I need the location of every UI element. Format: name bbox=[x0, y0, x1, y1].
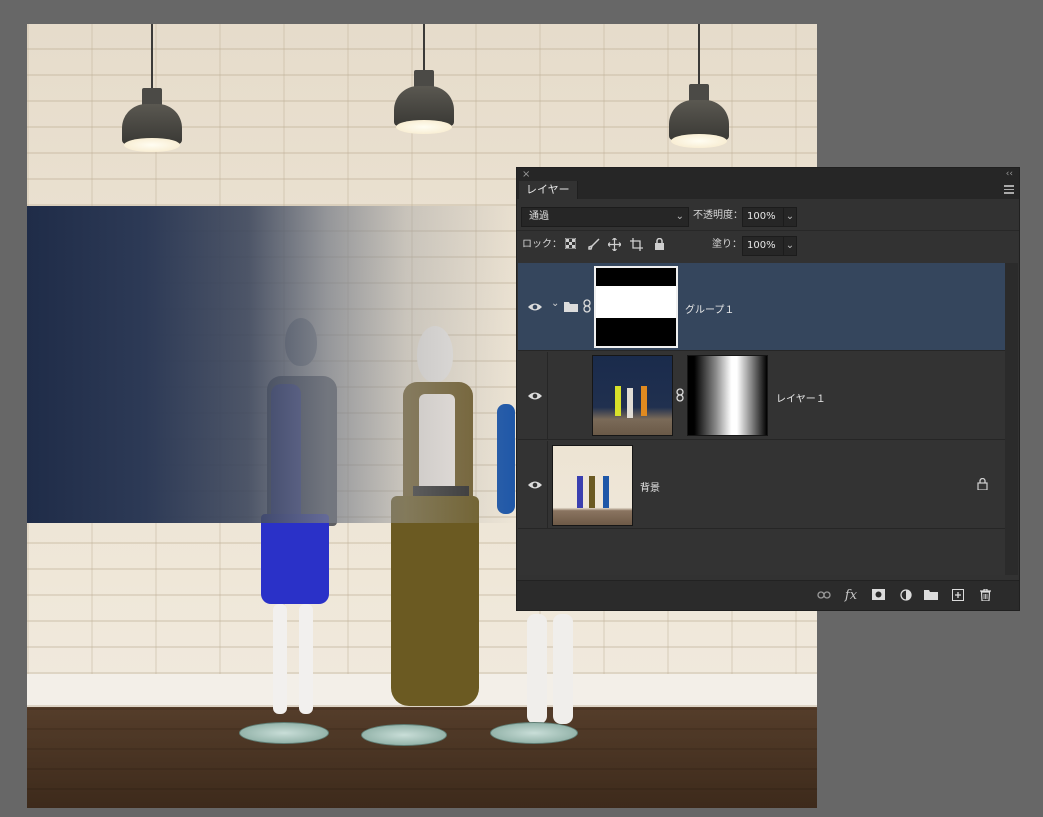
tab-layers[interactable]: レイヤー bbox=[519, 181, 578, 199]
eye-icon[interactable] bbox=[528, 302, 542, 312]
panel-tab-row: レイヤー bbox=[517, 181, 1019, 199]
chain-link-icon[interactable] bbox=[583, 299, 591, 316]
chevron-down-icon[interactable]: ⌄ bbox=[783, 237, 796, 255]
new-layer-icon[interactable] bbox=[951, 589, 965, 603]
chevron-down-icon[interactable]: ⌄ bbox=[783, 208, 796, 226]
layer-row-group[interactable]: ⌄ グループ１ bbox=[518, 263, 1005, 351]
close-icon[interactable]: × bbox=[522, 168, 530, 181]
lamp-cord bbox=[423, 24, 425, 74]
group-mask-thumbnail[interactable] bbox=[594, 266, 678, 348]
opacity-label: 不透明度： bbox=[693, 210, 743, 221]
layers-bottom-toolbar: fx bbox=[517, 580, 1019, 610]
folder-icon[interactable] bbox=[924, 589, 938, 603]
lamp-cord bbox=[151, 24, 153, 92]
layer-name[interactable]: 背景 bbox=[640, 479, 660, 494]
fx-icon[interactable]: fx bbox=[844, 589, 858, 603]
layer-thumbnail[interactable] bbox=[592, 355, 673, 436]
opacity-value: 100% bbox=[747, 211, 776, 222]
eye-icon[interactable] bbox=[528, 391, 542, 401]
link-icon[interactable] bbox=[817, 589, 831, 603]
pendant-lamp bbox=[394, 70, 454, 134]
lock-row: ロック： 塗り： 100% ⌄ bbox=[517, 234, 1019, 256]
panel-titlebar[interactable]: × ‹‹ bbox=[517, 168, 1019, 181]
lock-icon[interactable] bbox=[653, 237, 666, 251]
mask-icon[interactable] bbox=[871, 589, 885, 603]
lamp-cord bbox=[698, 24, 700, 88]
pendant-lamp bbox=[122, 88, 182, 152]
eye-icon[interactable] bbox=[528, 480, 542, 490]
layer-row-background[interactable]: 背景 bbox=[518, 441, 1005, 529]
chevron-down-icon: ⌄ bbox=[675, 211, 684, 222]
folder-icon bbox=[564, 301, 578, 315]
fill-value: 100% bbox=[747, 240, 776, 251]
layer-mask-thumbnail[interactable] bbox=[687, 355, 768, 436]
chevron-down-icon[interactable]: ⌄ bbox=[551, 298, 559, 309]
collapse-icon[interactable]: ‹‹ bbox=[1006, 168, 1013, 181]
panel-menu-icon[interactable] bbox=[1004, 185, 1014, 194]
brush-icon[interactable] bbox=[587, 238, 600, 251]
chain-link-icon[interactable] bbox=[676, 388, 684, 405]
mannequin-stand bbox=[239, 722, 329, 744]
layer-row-pixel[interactable]: レイヤー１ bbox=[518, 352, 1005, 440]
checker-icon[interactable] bbox=[564, 237, 577, 251]
blend-mode-value: 通過 bbox=[529, 211, 549, 222]
move-icon[interactable] bbox=[607, 237, 622, 252]
layers-scrollbar[interactable] bbox=[1005, 263, 1018, 575]
blend-row: 通過 ⌄ 不透明度： 100% ⌄ bbox=[517, 206, 1019, 228]
blend-mode-select[interactable]: 通過 ⌄ bbox=[521, 207, 689, 227]
layer-name[interactable]: グループ１ bbox=[685, 301, 734, 316]
fill-label: 塗り： bbox=[712, 239, 742, 250]
fill-field[interactable]: 100% ⌄ bbox=[742, 236, 797, 256]
artboard-icon[interactable] bbox=[630, 238, 643, 251]
layers-panel: × ‹‹ レイヤー 通過 ⌄ 不透明度： 100% ⌄ ロック： 塗り： 100… bbox=[516, 167, 1020, 611]
trash-icon[interactable] bbox=[978, 588, 992, 603]
lock-icon[interactable] bbox=[977, 477, 988, 493]
opacity-field[interactable]: 100% ⌄ bbox=[742, 207, 797, 227]
adjustment-icon[interactable] bbox=[899, 589, 913, 603]
layers-list: ⌄ グループ１ レイヤー１ 背景 bbox=[518, 263, 1005, 575]
mannequin-stand bbox=[361, 724, 447, 746]
background-thumbnail[interactable] bbox=[552, 445, 633, 526]
mannequin-stand bbox=[490, 722, 578, 744]
layer-name[interactable]: レイヤー１ bbox=[776, 390, 826, 405]
pendant-lamp bbox=[669, 84, 729, 148]
lock-label: ロック： bbox=[522, 239, 562, 250]
